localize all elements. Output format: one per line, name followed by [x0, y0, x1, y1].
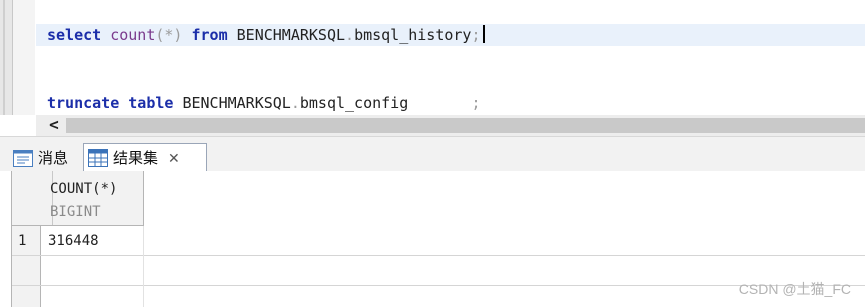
row-divider: [12, 285, 865, 286]
table-name: bmsql_config: [299, 94, 409, 112]
sql-editor[interactable]: select count(*) from BENCHMARKSQL.bmsql_…: [0, 0, 865, 115]
keyword-truncate: truncate: [47, 94, 120, 112]
watermark: CSDN @土猫_FC: [738, 281, 851, 297]
column-divider: [143, 226, 144, 307]
scrollbar-thumb[interactable]: [66, 118, 865, 133]
row-divider: [12, 255, 865, 256]
dot: .: [290, 94, 300, 112]
keyword-table: table: [128, 94, 174, 112]
code-line-2[interactable]: truncate table BENCHMARKSQL.bmsql_config…: [47, 93, 481, 113]
tab-messages[interactable]: 消息: [13, 145, 68, 171]
semicolon: ;: [471, 94, 481, 112]
results-grid[interactable]: COUNT(*) BIGINT 1 316448: [0, 171, 865, 307]
tab-messages-label: 消息: [38, 149, 69, 167]
column-header-name[interactable]: COUNT(*): [50, 181, 117, 197]
editor-gutter: [0, 0, 13, 115]
row-number[interactable]: 1: [18, 233, 26, 249]
editor-gutter-bottom: [0, 115, 36, 136]
count-args: (*): [155, 26, 183, 44]
tab-results[interactable]: 结果集 ✕: [83, 143, 207, 172]
tab-results-label: 结果集: [113, 149, 159, 167]
table-name: bmsql_history: [354, 26, 472, 44]
schema-name: BENCHMARKSQL: [236, 26, 346, 44]
result-tabbar: 消息 结果集 ✕: [0, 136, 865, 172]
editor-gutter-margin: [13, 0, 35, 115]
column-header-type: BIGINT: [50, 204, 101, 220]
close-icon[interactable]: ✕: [168, 145, 180, 173]
text-caret: [482, 25, 485, 43]
keyword-select: select: [47, 26, 102, 44]
function-count: count: [110, 26, 156, 44]
dot: .: [345, 26, 355, 44]
schema-name: BENCHMARKSQL: [182, 94, 291, 112]
scroll-left-button[interactable]: <: [44, 115, 64, 136]
semicolon: ;: [471, 26, 481, 44]
code-line-1[interactable]: select count(*) from BENCHMARKSQL.bmsql_…: [47, 25, 485, 45]
horizontal-scrollbar[interactable]: <: [36, 115, 865, 136]
row-number-column: [12, 226, 41, 307]
table-cell-count[interactable]: 316448: [48, 233, 99, 249]
keyword-from: from: [191, 26, 228, 44]
